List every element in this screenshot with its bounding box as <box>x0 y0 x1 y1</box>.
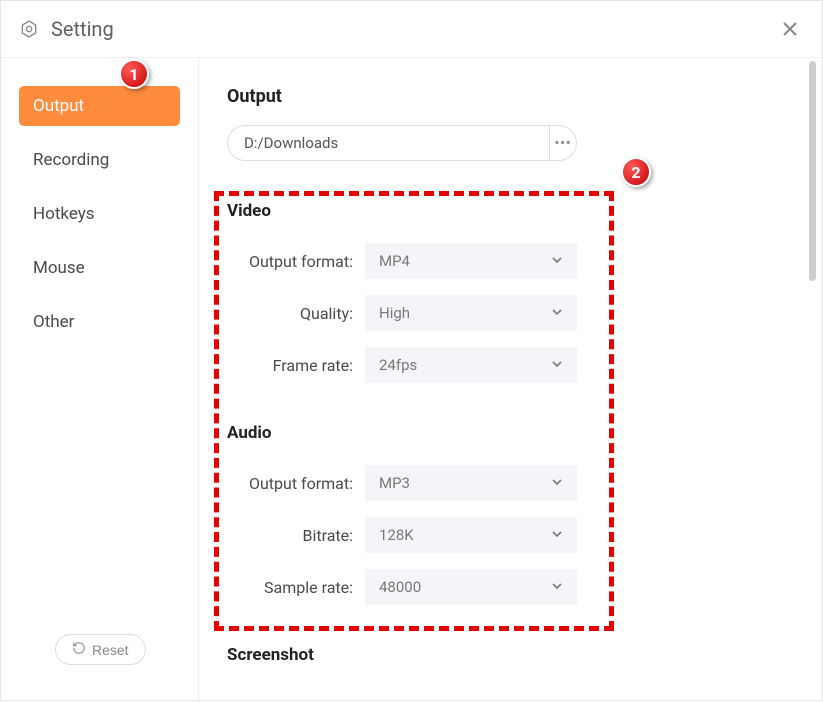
output-section-title: Output <box>227 86 802 107</box>
chevron-down-icon <box>551 474 563 492</box>
reset-button[interactable]: Reset <box>55 634 146 665</box>
video-framerate-label: Frame rate: <box>227 356 365 375</box>
reset-label: Reset <box>92 642 129 658</box>
audio-samplerate-value: 48000 <box>379 578 421 596</box>
reset-icon <box>72 641 86 658</box>
chevron-down-icon <box>551 526 563 544</box>
video-section-title: Video <box>227 201 802 221</box>
video-output-format-dropdown[interactable]: MP4 <box>365 243 577 279</box>
video-output-format-label: Output format: <box>227 252 365 271</box>
sidebar-item-recording[interactable]: Recording <box>19 140 180 180</box>
audio-samplerate-row: Sample rate: 48000 <box>227 569 802 605</box>
audio-bitrate-dropdown[interactable]: 128K <box>365 517 577 553</box>
screenshot-section: Screenshot <box>227 645 802 665</box>
video-output-format-value: MP4 <box>379 252 410 270</box>
chevron-down-icon <box>551 304 563 322</box>
main-panel: Output D:/Downloads ••• Video Output for… <box>199 58 822 703</box>
ellipsis-icon: ••• <box>554 136 571 151</box>
output-path-row: D:/Downloads ••• <box>227 125 802 161</box>
titlebar: Setting <box>1 1 822 58</box>
output-path-browse-button[interactable]: ••• <box>549 125 577 161</box>
body: Output Recording Hotkeys Mouse Other Res… <box>1 58 822 703</box>
audio-samplerate-dropdown[interactable]: 48000 <box>365 569 577 605</box>
audio-section-title: Audio <box>227 423 802 443</box>
sidebar-item-hotkeys[interactable]: Hotkeys <box>19 194 180 234</box>
close-button[interactable] <box>776 15 804 43</box>
video-quality-label: Quality: <box>227 304 365 323</box>
sidebar: Output Recording Hotkeys Mouse Other Res… <box>1 58 199 703</box>
scrollbar[interactable] <box>809 61 816 281</box>
audio-section: Audio Output format: MP3 Bitrate: 128K <box>227 423 802 605</box>
audio-output-format-row: Output format: MP3 <box>227 465 802 501</box>
video-section: Video Output format: MP4 Quality: High <box>227 201 802 383</box>
gear-icon <box>19 19 39 39</box>
video-framerate-value: 24fps <box>379 356 417 374</box>
audio-bitrate-value: 128K <box>379 526 414 544</box>
audio-output-format-label: Output format: <box>227 474 365 493</box>
video-output-format-row: Output format: MP4 <box>227 243 802 279</box>
audio-bitrate-label: Bitrate: <box>227 526 365 545</box>
video-quality-row: Quality: High <box>227 295 802 331</box>
video-quality-value: High <box>379 304 410 322</box>
video-framerate-dropdown[interactable]: 24fps <box>365 347 577 383</box>
chevron-down-icon <box>551 578 563 596</box>
chevron-down-icon <box>551 252 563 270</box>
video-framerate-row: Frame rate: 24fps <box>227 347 802 383</box>
window-title: Setting <box>51 17 114 41</box>
chevron-down-icon <box>551 356 563 374</box>
sidebar-item-other[interactable]: Other <box>19 302 180 342</box>
output-path-input[interactable]: D:/Downloads <box>227 125 549 161</box>
video-quality-dropdown[interactable]: High <box>365 295 577 331</box>
screenshot-section-title: Screenshot <box>227 645 802 665</box>
audio-bitrate-row: Bitrate: 128K <box>227 517 802 553</box>
audio-output-format-value: MP3 <box>379 474 410 492</box>
audio-output-format-dropdown[interactable]: MP3 <box>365 465 577 501</box>
settings-window: Setting Output Recording Hotkeys Mouse O… <box>0 0 823 701</box>
audio-samplerate-label: Sample rate: <box>227 578 365 597</box>
sidebar-item-output[interactable]: Output <box>19 86 180 126</box>
sidebar-item-mouse[interactable]: Mouse <box>19 248 180 288</box>
